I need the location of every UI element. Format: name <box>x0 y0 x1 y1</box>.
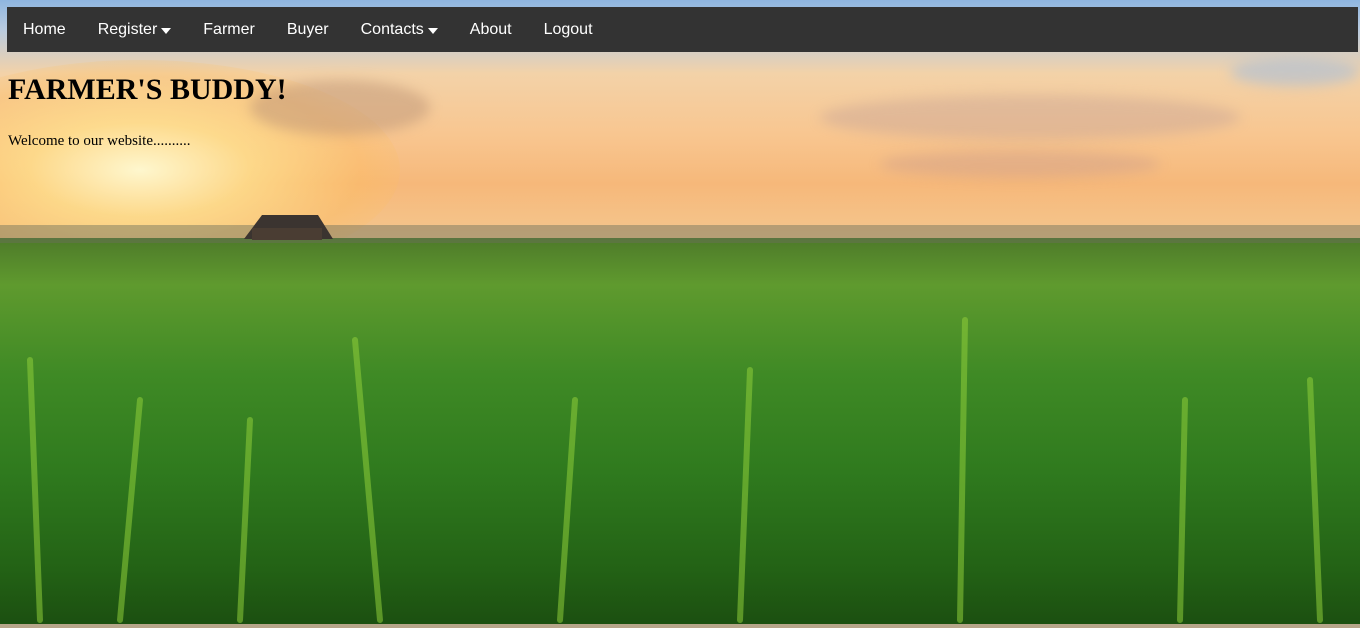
bottom-strip <box>0 624 1360 628</box>
nav-buyer-label: Buyer <box>286 20 329 38</box>
welcome-text: Welcome to our website.......... <box>8 133 191 149</box>
nav-register-label: Register <box>97 20 158 38</box>
nav-logout-label: Logout <box>543 20 593 38</box>
nav-buyer[interactable]: Buyer <box>271 7 345 52</box>
nav-contacts-label: Contacts <box>360 20 424 38</box>
nav-farmer-label: Farmer <box>203 20 255 38</box>
caret-down-icon <box>427 27 438 34</box>
nav-register-dropdown[interactable]: Register <box>82 7 188 52</box>
nav-farmer[interactable]: Farmer <box>187 7 271 52</box>
nav-about[interactable]: About <box>454 7 528 52</box>
nav-home-label: Home <box>23 20 66 38</box>
top-navbar: Home Register Farmer Buyer Contacts Abou… <box>7 7 1358 52</box>
nav-home[interactable]: Home <box>7 7 82 52</box>
nav-logout[interactable]: Logout <box>528 7 609 52</box>
page-title: FARMER'S BUDDY! <box>8 73 287 106</box>
caret-down-icon <box>161 27 172 34</box>
nav-contacts-dropdown[interactable]: Contacts <box>345 7 454 52</box>
nav-about-label: About <box>469 20 512 38</box>
